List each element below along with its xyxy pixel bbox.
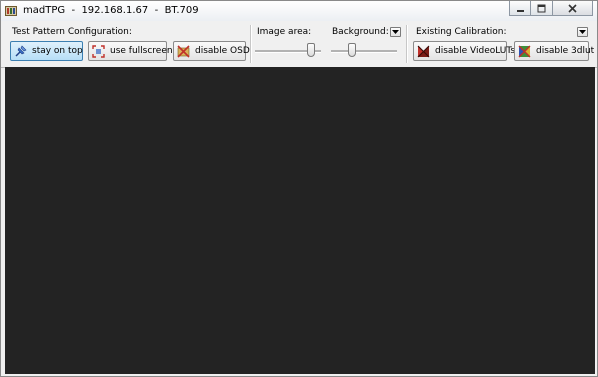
background-slider-thumb[interactable] — [348, 43, 356, 57]
pin-icon — [14, 44, 27, 58]
window-title: madTPG - 192.168.1.67 - BT.709 — [23, 5, 199, 16]
use-fullscreen-label: use fullscreen — [110, 46, 173, 56]
calibration-options-dropdown[interactable] — [577, 27, 588, 37]
close-button[interactable] — [553, 1, 593, 16]
background-label: Background: — [332, 27, 389, 37]
title-app-name: madTPG — [23, 5, 66, 16]
existing-calibration-label: Existing Calibration: — [416, 27, 507, 37]
3dlut-disabled-icon — [518, 45, 531, 58]
test-pattern-display — [5, 67, 595, 374]
test-pattern-config-label: Test Pattern Configuration: — [12, 27, 132, 37]
maximize-button[interactable] — [531, 1, 553, 16]
close-icon — [568, 3, 577, 13]
minimize-button[interactable] — [509, 1, 531, 16]
toolbar-separator — [250, 25, 252, 63]
disable-3dlut-button[interactable]: disable 3dlut — [514, 41, 594, 61]
title-profile: BT.709 — [164, 5, 199, 16]
disable-videoluts-label: disable VideoLUTs — [435, 46, 516, 56]
use-fullscreen-button[interactable]: use fullscreen — [88, 41, 173, 61]
madtpg-window: madTPG - 192.168.1.67 - BT.709 Test Patt… — [0, 0, 598, 377]
stay-on-top-button[interactable]: stay on top — [10, 41, 83, 61]
slider-track — [331, 50, 397, 53]
disable-3dlut-label: disable 3dlut — [536, 46, 595, 56]
image-area-slider[interactable] — [255, 43, 321, 59]
toolbar-separator — [406, 25, 408, 63]
disable-videoluts-button[interactable]: disable VideoLUTs — [413, 41, 515, 61]
disable-osd-label: disable OSD — [195, 46, 250, 56]
title-bar[interactable]: madTPG - 192.168.1.67 - BT.709 — [1, 1, 597, 22]
title-separator: - — [71, 5, 76, 16]
title-host: 192.168.1.67 — [81, 5, 149, 16]
stay-on-top-label: stay on top — [32, 46, 83, 56]
title-separator: - — [154, 5, 159, 16]
dropdown-arrow-icon — [392, 30, 399, 34]
image-area-slider-thumb[interactable] — [307, 43, 315, 57]
image-area-label: Image area: — [257, 27, 312, 37]
background-slider[interactable] — [331, 43, 397, 59]
display-options-dropdown[interactable] — [390, 27, 401, 37]
disable-osd-button[interactable]: disable OSD — [173, 41, 250, 61]
fullscreen-icon — [92, 44, 105, 58]
toolbar: Test Pattern Configuration: stay on top … — [1, 21, 597, 68]
minimize-icon — [516, 9, 524, 12]
osd-disabled-icon — [177, 44, 190, 58]
madtpg-app-icon — [5, 5, 17, 17]
maximize-icon — [537, 4, 546, 12]
videoluts-disabled-icon — [417, 45, 430, 58]
caption-buttons — [509, 1, 593, 17]
dropdown-arrow-icon — [579, 30, 586, 34]
